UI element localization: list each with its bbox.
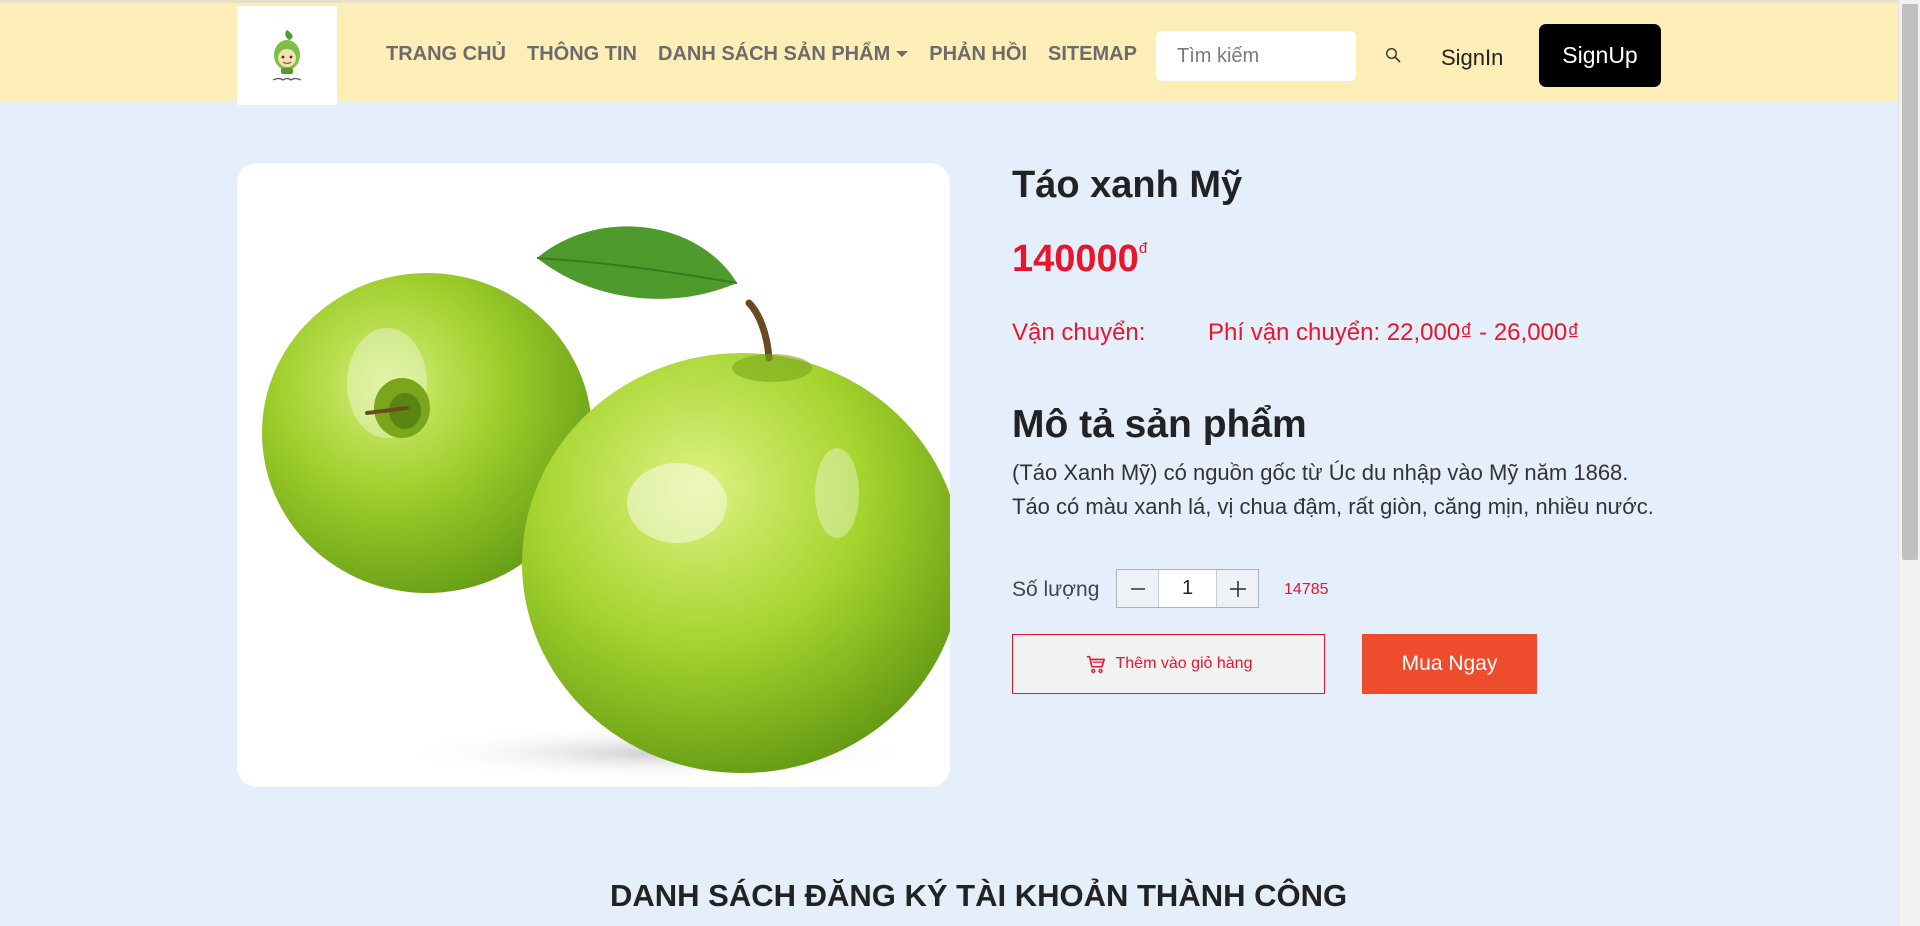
- minus-icon: [1130, 587, 1145, 590]
- description-text: Táo có màu xanh lá, vị chua đậm, rất giò…: [1012, 494, 1654, 519]
- cart-icon: [1086, 655, 1105, 674]
- stock-count: 14785: [1284, 581, 1329, 598]
- nav-item-sitemap[interactable]: SITEMAP: [1048, 43, 1137, 66]
- nav-item-feedback[interactable]: PHẢN HỒI: [929, 43, 1027, 66]
- product-price: 140000đ: [1012, 238, 1147, 281]
- increase-quantity-button[interactable]: [1217, 570, 1258, 607]
- quantity-stepper: [1116, 569, 1259, 608]
- add-to-cart-label: Thêm vào giỏ hàng: [1115, 655, 1253, 672]
- shipping-label: Vận chuyển:: [1012, 319, 1146, 346]
- product-title: Táo xanh Mỹ: [1012, 164, 1243, 206]
- signup-button[interactable]: SignUp: [1539, 24, 1661, 87]
- nav-item-label: DANH SÁCH SẢN PHẨM: [658, 42, 891, 65]
- decrease-quantity-button[interactable]: [1117, 570, 1158, 607]
- description-text: (Táo Xanh Mỹ) có nguồn gốc từ Úc du nhập…: [1012, 460, 1629, 485]
- price-value: 140000: [1012, 238, 1139, 280]
- site-logo[interactable]: [237, 6, 337, 105]
- chevron-down-icon: [896, 51, 909, 57]
- nav-item-home[interactable]: TRANG CHỦ: [386, 43, 506, 66]
- nav-item-label: SITEMAP: [1048, 42, 1137, 65]
- scrollbar-thumb[interactable]: [1902, 4, 1918, 560]
- page: TRANG CHỦ THÔNG TIN DANH SÁCH SẢN PHẨM P…: [0, 0, 1920, 926]
- quantity-label: Số lượng: [1012, 578, 1100, 601]
- main-nav: TRANG CHỦ THÔNG TIN DANH SÁCH SẢN PHẨM P…: [386, 3, 1158, 105]
- search-input[interactable]: [1156, 31, 1356, 81]
- section-heading: DANH SÁCH ĐĂNG KÝ TÀI KHOẢN THÀNH CÔNG: [610, 878, 1348, 913]
- nav-item-label: THÔNG TIN: [527, 42, 637, 65]
- buy-now-button[interactable]: Mua Ngay: [1362, 634, 1537, 694]
- description-heading: Mô tả sản phẩm: [1012, 403, 1307, 446]
- quantity-field[interactable]: [1158, 570, 1217, 607]
- shipping-fee: Phí vận chuyển: 22,000₫ - 26,000₫: [1208, 319, 1580, 346]
- nav-item-products-dropdown[interactable]: DANH SÁCH SẢN PHẨM: [658, 42, 909, 66]
- plus-icon: [1229, 580, 1246, 597]
- lemon-mascot-logo-icon: [272, 29, 302, 81]
- vertical-scrollbar[interactable]: [1898, 0, 1920, 926]
- top-navbar: TRANG CHỦ THÔNG TIN DANH SÁCH SẢN PHẨM P…: [0, 0, 1898, 105]
- product-image: [237, 163, 950, 787]
- signin-link[interactable]: SignIn: [1441, 45, 1503, 71]
- green-apples-image: [262, 226, 950, 781]
- currency-symbol: đ: [1138, 240, 1148, 257]
- nav-item-about[interactable]: THÔNG TIN: [527, 43, 637, 66]
- nav-item-label: TRANG CHỦ: [386, 42, 506, 65]
- nav-item-label: PHẢN HỒI: [929, 42, 1028, 65]
- search-icon[interactable]: [1385, 47, 1401, 63]
- add-to-cart-button[interactable]: Thêm vào giỏ hàng: [1012, 634, 1325, 694]
